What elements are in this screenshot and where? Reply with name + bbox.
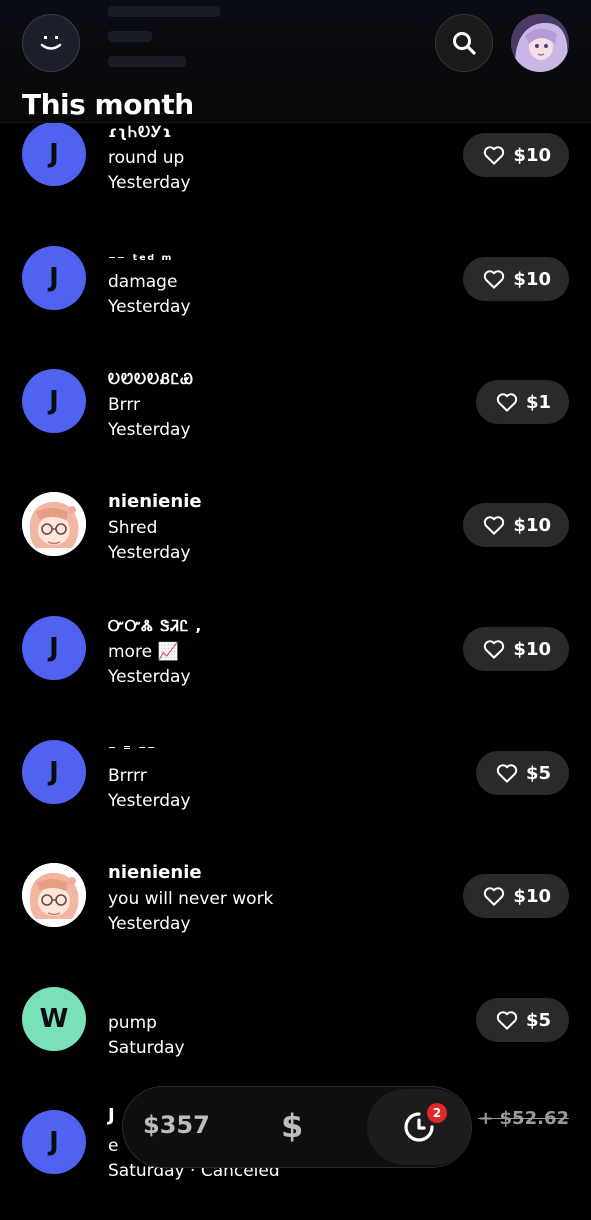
like-amount-button[interactable]: $10 bbox=[463, 627, 569, 671]
payment-note: pump bbox=[108, 1013, 157, 1033]
avatar[interactable]: J bbox=[22, 616, 86, 680]
avatar-letter: J bbox=[49, 386, 59, 416]
heart-icon bbox=[496, 393, 518, 412]
sender-name[interactable]: nienienie bbox=[108, 861, 202, 885]
faded-scroll-content bbox=[108, 0, 220, 81]
transaction-row[interactable]: J ⁻ ⁼ ⁻⁻ Brrrr Yesterday $5 bbox=[0, 740, 591, 850]
sender-name[interactable]: ᎧᏬᎧᎧᏰᏝᏯ bbox=[108, 367, 194, 391]
transaction-row[interactable]: W pump Saturday $5 bbox=[0, 987, 591, 1097]
amount-label: $10 bbox=[513, 885, 551, 907]
heart-icon bbox=[484, 640, 505, 659]
avatar[interactable]: W bbox=[22, 987, 86, 1051]
avatar-letter: W bbox=[39, 1004, 69, 1034]
search-icon bbox=[453, 32, 476, 55]
transaction-row[interactable]: nienienie Shred Yesterday $10 bbox=[0, 490, 591, 602]
avatar-letter: J bbox=[49, 757, 59, 787]
avatar-letter: J bbox=[49, 263, 59, 293]
heart-icon bbox=[496, 764, 518, 783]
payment-note: damage bbox=[108, 272, 178, 292]
like-amount-button[interactable]: $5 bbox=[475, 751, 569, 795]
payment-note: Shred bbox=[108, 518, 158, 538]
heart-icon bbox=[484, 146, 505, 165]
sender-name[interactable]: ⁻ ⁼ ⁻⁻ bbox=[108, 738, 156, 762]
like-amount-button[interactable]: $10 bbox=[463, 133, 569, 177]
payment-time: Yesterday bbox=[108, 667, 191, 687]
anime-avatar-image bbox=[22, 492, 86, 556]
like-amount-button[interactable]: $10 bbox=[463, 503, 569, 547]
notification-badge: 2 bbox=[427, 1103, 447, 1123]
like-amount-button[interactable]: $10 bbox=[463, 257, 569, 301]
avatar[interactable]: J bbox=[22, 1110, 86, 1174]
avatar-letter: J bbox=[49, 1127, 59, 1157]
heart-icon bbox=[484, 887, 505, 906]
profile-avatar-button[interactable] bbox=[511, 14, 569, 72]
sender-name[interactable]: ⁻⁻ ᵗᵉᵈ ᵐ bbox=[108, 248, 172, 272]
avatar[interactable] bbox=[22, 492, 86, 556]
like-amount-button[interactable]: $1 bbox=[475, 380, 569, 424]
avatar[interactable]: J bbox=[22, 369, 86, 433]
payment-note: Brrr bbox=[108, 395, 141, 415]
transaction-row[interactable]: J ᏅᏅᏜ ᏕᏘᏝ , more 📈 Yesterday $10 bbox=[0, 616, 591, 726]
menu-button[interactable] bbox=[22, 14, 80, 72]
amount-label: $10 bbox=[513, 638, 551, 660]
sender-name[interactable]: J bbox=[108, 1104, 115, 1128]
payment-time: Yesterday bbox=[108, 543, 191, 563]
sender-name[interactable]: ᏅᏅᏜ ᏕᏘᏝ , bbox=[108, 614, 202, 638]
payment-note: more 📈 bbox=[108, 642, 179, 662]
transaction-row[interactable]: J ɾʅᏂᎧᎩɿ round up Yesterday $10 bbox=[0, 122, 591, 232]
avatar[interactable]: J bbox=[22, 740, 86, 804]
search-button[interactable] bbox=[435, 14, 493, 72]
payment-note: round up bbox=[108, 148, 185, 168]
transaction-row[interactable]: J ⁻⁻ ᵗᵉᵈ ᵐ damage Yesterday $10 bbox=[0, 246, 591, 356]
payment-time: Yesterday bbox=[108, 173, 191, 193]
heart-icon bbox=[484, 270, 505, 289]
activity-button[interactable]: 2 bbox=[367, 1089, 471, 1165]
amount-label: $1 bbox=[525, 391, 551, 413]
payment-time: Yesterday bbox=[108, 914, 191, 934]
avatar[interactable]: J bbox=[22, 122, 86, 186]
avatar-letter: J bbox=[49, 139, 59, 169]
payment-note: Brrrr bbox=[108, 766, 147, 786]
amount-label: $10 bbox=[513, 514, 551, 536]
bottom-nav-bar: $357 $ 2 bbox=[122, 1086, 472, 1168]
amount-label: $10 bbox=[513, 268, 551, 290]
avatar[interactable] bbox=[22, 863, 86, 927]
sender-name[interactable]: nienienie bbox=[108, 490, 202, 514]
balance-button[interactable]: $357 bbox=[143, 1111, 210, 1139]
profile-avatar-image bbox=[511, 14, 569, 72]
amount-label: $5 bbox=[525, 1009, 551, 1031]
transaction-row[interactable]: nienienie you will never work Yesterday … bbox=[0, 861, 591, 973]
avatar-letter: J bbox=[49, 633, 59, 663]
amount-label: $5 bbox=[525, 762, 551, 784]
page-title: This month bbox=[22, 88, 194, 121]
payment-time: Yesterday bbox=[108, 791, 191, 811]
top-header: This month bbox=[0, 0, 591, 123]
payment-time: Yesterday bbox=[108, 420, 191, 440]
payment-time: Yesterday bbox=[108, 297, 191, 317]
payment-note: you will never work bbox=[108, 889, 274, 909]
dollar-icon[interactable]: $ bbox=[281, 1107, 303, 1145]
refunded-amount: + $52.62 bbox=[478, 1108, 569, 1129]
heart-icon bbox=[484, 516, 505, 535]
like-amount-button[interactable]: $5 bbox=[475, 998, 569, 1042]
amount-label: $10 bbox=[513, 144, 551, 166]
like-amount-button[interactable]: $10 bbox=[463, 874, 569, 918]
transaction-row[interactable]: J ᎧᏬᎧᎧᏰᏝᏯ Brrr Yesterday $1 bbox=[0, 369, 591, 479]
payment-note: e bbox=[108, 1136, 119, 1156]
avatar[interactable]: J bbox=[22, 246, 86, 310]
anime-avatar-image bbox=[22, 863, 86, 927]
smiley-menu-icon bbox=[40, 36, 62, 50]
sender-name[interactable]: ɾʅᏂᎧᎩɿ bbox=[108, 120, 172, 144]
heart-icon bbox=[496, 1011, 518, 1030]
payment-time: Saturday bbox=[108, 1038, 185, 1058]
